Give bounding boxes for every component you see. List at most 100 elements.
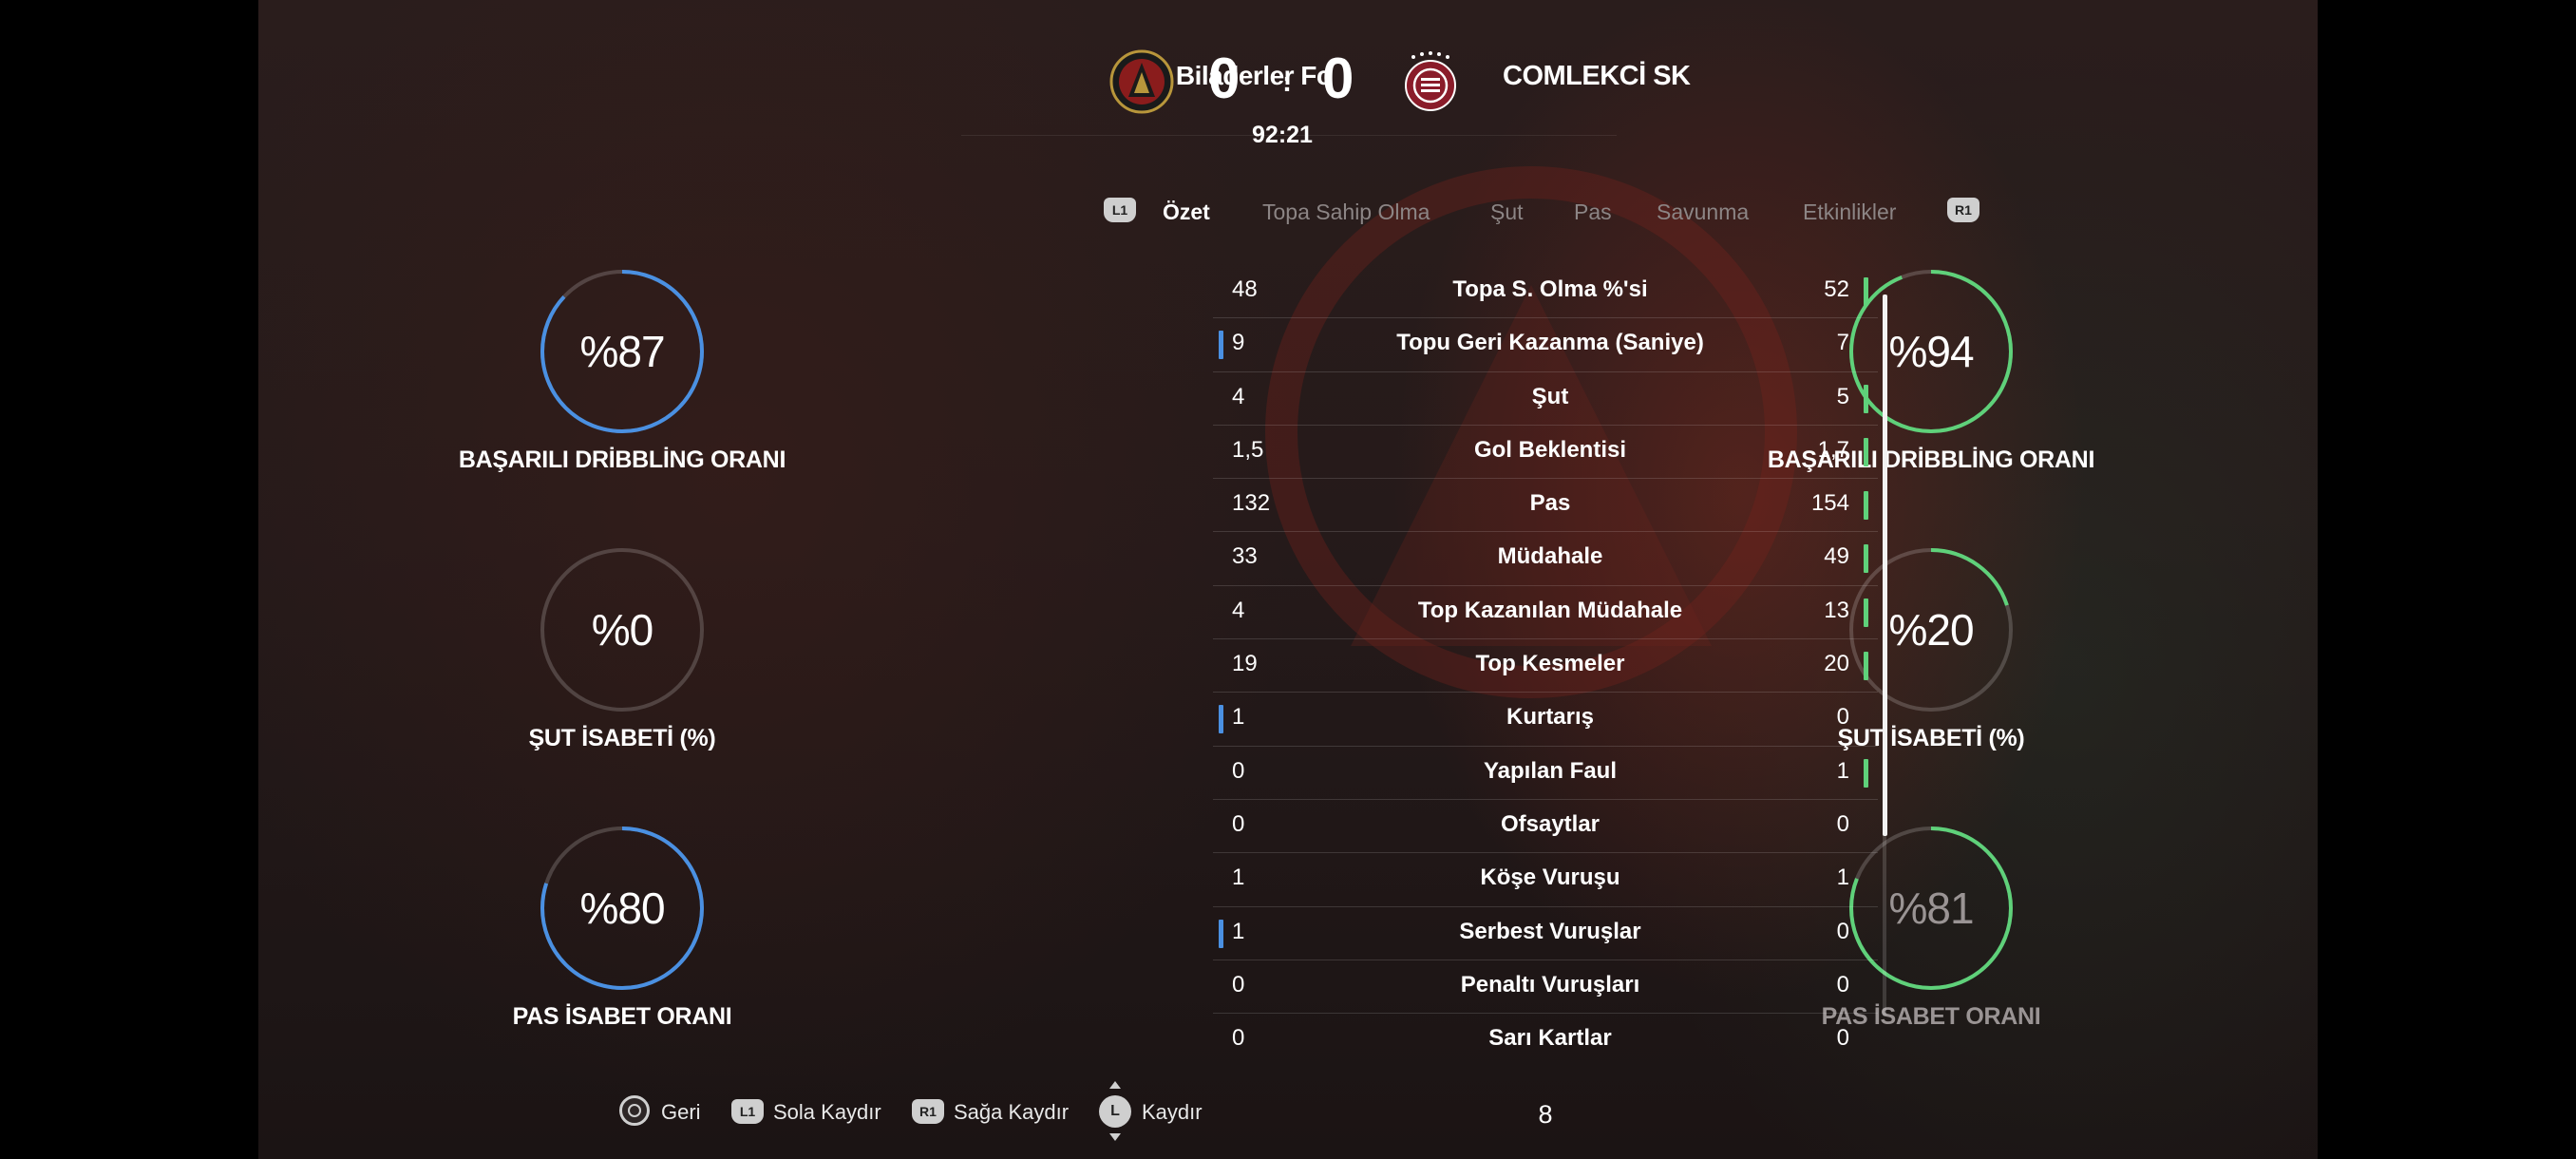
stat-row: 4 Top Kazanılan Müdahale 13: [1213, 586, 1878, 640]
stat-name: Serbest Vuruşlar: [1459, 918, 1641, 944]
stat-name: Topu Geri Kazanma (Saniye): [1396, 330, 1704, 356]
home-stat-value: 4: [1232, 383, 1245, 409]
tab-topa-sahip-olma[interactable]: Topa Sahip Olma: [1262, 200, 1430, 225]
stat-name: Ofsaytlar: [1500, 810, 1601, 837]
away-leader-bar: [1864, 758, 1868, 788]
away-leader-bar: [1864, 491, 1868, 521]
back-hint[interactable]: Geri: [661, 1100, 701, 1125]
stat-row: 0 Penaltı Vuruşları 0: [1213, 960, 1878, 1015]
circle-button-icon[interactable]: [619, 1095, 650, 1126]
home-stat-value: 1: [1232, 918, 1245, 944]
stats-tab-bar: L1 Özet Topa Sahip Olma Şut Pas Savunma …: [847, 198, 1979, 236]
stat-row: 1 Kurtarış 0: [1213, 693, 1878, 747]
l1-button-icon[interactable]: L1: [1104, 198, 1136, 222]
home-stat-value: 0: [1232, 1025, 1245, 1052]
stat-row: 19 Top Kesmeler 20: [1213, 639, 1878, 694]
stat-name: Pas: [1529, 490, 1571, 517]
away-team-name: COMLEKCİ SK: [1503, 61, 1691, 91]
tab-pas[interactable]: Pas: [1574, 200, 1612, 225]
home-pass-accuracy-gauge: %80: [537, 823, 708, 994]
stats-table[interactable]: 48 Topa S. Olma %'si 52 9 Topu Geri Kazanma …: [1213, 265, 1878, 1054]
scrollbar-thumb[interactable]: [1883, 294, 1887, 836]
away-stat-value: 7: [1836, 330, 1849, 356]
away-team-crest-icon: [1405, 51, 1456, 111]
home-stat-value: 1,5: [1232, 436, 1264, 463]
tab-etkinlikler[interactable]: Etkinlikler: [1803, 200, 1896, 225]
home-leader-bar: [1219, 331, 1223, 360]
arrow-down-icon: [1109, 1133, 1121, 1141]
away-stat-value: 154: [1810, 490, 1849, 517]
away-stat-value: 20: [1824, 651, 1849, 677]
stat-row: 0 Sarı Kartlar 0: [1213, 1014, 1878, 1054]
stat-row: 0 Yapılan Faul 1: [1213, 747, 1878, 800]
away-stat-value: 52: [1824, 276, 1849, 302]
home-stat-value: 4: [1232, 597, 1245, 623]
stat-row: 1 Köşe Vuruşu 1: [1213, 853, 1878, 907]
away-leader-bar: [1864, 437, 1868, 466]
home-stat-value: 9: [1232, 330, 1245, 356]
stat-name: Top Kazanılan Müdahale: [1417, 597, 1683, 623]
tab-sut[interactable]: Şut: [1490, 200, 1524, 225]
stat-name: Şut: [1531, 383, 1569, 409]
away-leader-bar: [1864, 384, 1868, 413]
home-team-name: Biladerler Fc: [1175, 61, 1332, 90]
r1-button-icon[interactable]: R1: [912, 1099, 944, 1124]
home-dribbling-gauge: %87: [537, 266, 708, 437]
stat-name: Yapılan Faul: [1483, 757, 1618, 784]
stat-name: Topa S. Olma %'si: [1452, 276, 1648, 302]
stat-row: 9 Topu Geri Kazanma (Saniye) 7: [1213, 318, 1878, 372]
away-score: 0: [1322, 47, 1354, 110]
home-shot-accuracy-gauge: %0: [537, 544, 708, 715]
away-stat-value: 0: [1836, 704, 1849, 731]
stat-name: Sarı Kartlar: [1488, 1025, 1612, 1052]
away-leader-bar: [1864, 598, 1868, 627]
stat-name: Top Kesmeler: [1475, 651, 1625, 677]
home-pass-accuracy-label: PAS İSABET ORANI: [512, 1003, 732, 1030]
away-stat-value: 0: [1836, 918, 1849, 944]
scroll-right-hint[interactable]: Sağa Kaydır: [954, 1100, 1069, 1125]
stat-row: 33 Müdahale 49: [1213, 532, 1878, 586]
match-stats-screen: Biladerler Fc 0 : 0 COMLEKCİ SK 92:21 L1…: [258, 0, 2318, 1159]
away-stat-value: 1: [1836, 757, 1849, 784]
home-stat-value: 33: [1232, 543, 1258, 570]
stat-name: Gol Beklentisi: [1473, 436, 1627, 463]
away-stat-value: 49: [1824, 543, 1849, 570]
home-leader-bar: [1219, 705, 1223, 734]
home-stat-value: 132: [1232, 490, 1271, 517]
tab-ozet[interactable]: Özet: [1163, 200, 1210, 225]
away-leader-bar: [1864, 277, 1868, 306]
away-stat-value: 0: [1836, 810, 1849, 837]
stat-row: 1,5 Gol Beklentisi 1,7: [1213, 426, 1878, 480]
home-team-crest-icon: [1109, 49, 1174, 114]
stat-name: Kurtarış: [1506, 704, 1595, 731]
match-clock: 92:21: [1252, 122, 1313, 148]
scroll-left-hint[interactable]: Sola Kaydır: [773, 1100, 881, 1125]
gauge-value: %0: [591, 605, 653, 655]
left-stick-icon[interactable]: L: [1099, 1095, 1131, 1128]
stat-row: 0 Ofsaytlar 0: [1213, 800, 1878, 854]
stat-row: 4 Şut 5: [1213, 372, 1878, 426]
away-stat-value: 0: [1836, 971, 1849, 998]
home-stat-value: 1: [1232, 864, 1245, 891]
home-leader-bar: [1219, 919, 1223, 948]
arrow-up-icon: [1109, 1081, 1121, 1089]
page-number: 8: [1538, 1100, 1553, 1129]
away-stat-value: 13: [1824, 597, 1849, 623]
away-leader-bar: [1864, 652, 1868, 681]
away-stat-value: 5: [1836, 383, 1849, 409]
score-separator: :: [1282, 66, 1292, 98]
home-stat-value: 48: [1232, 276, 1258, 302]
l1-button-icon[interactable]: L1: [731, 1099, 764, 1124]
away-stat-value: 0: [1836, 1025, 1849, 1052]
stat-row: 132 Pas 154: [1213, 479, 1878, 533]
home-shot-accuracy-label: ŞUT İSABETİ (%): [528, 725, 716, 751]
gauge-value: %80: [579, 884, 665, 933]
away-leader-bar: [1864, 544, 1868, 574]
home-dribbling-label: BAŞARILI DRİBBLİNG ORANI: [458, 446, 786, 473]
away-stat-value: 1: [1836, 864, 1849, 891]
tab-savunma[interactable]: Savunma: [1657, 200, 1749, 225]
scroll-hint[interactable]: Kaydır: [1142, 1100, 1203, 1125]
r1-button-icon[interactable]: R1: [1947, 198, 1979, 222]
home-score: 0: [1208, 47, 1241, 110]
stat-name: Müdahale: [1497, 543, 1603, 570]
